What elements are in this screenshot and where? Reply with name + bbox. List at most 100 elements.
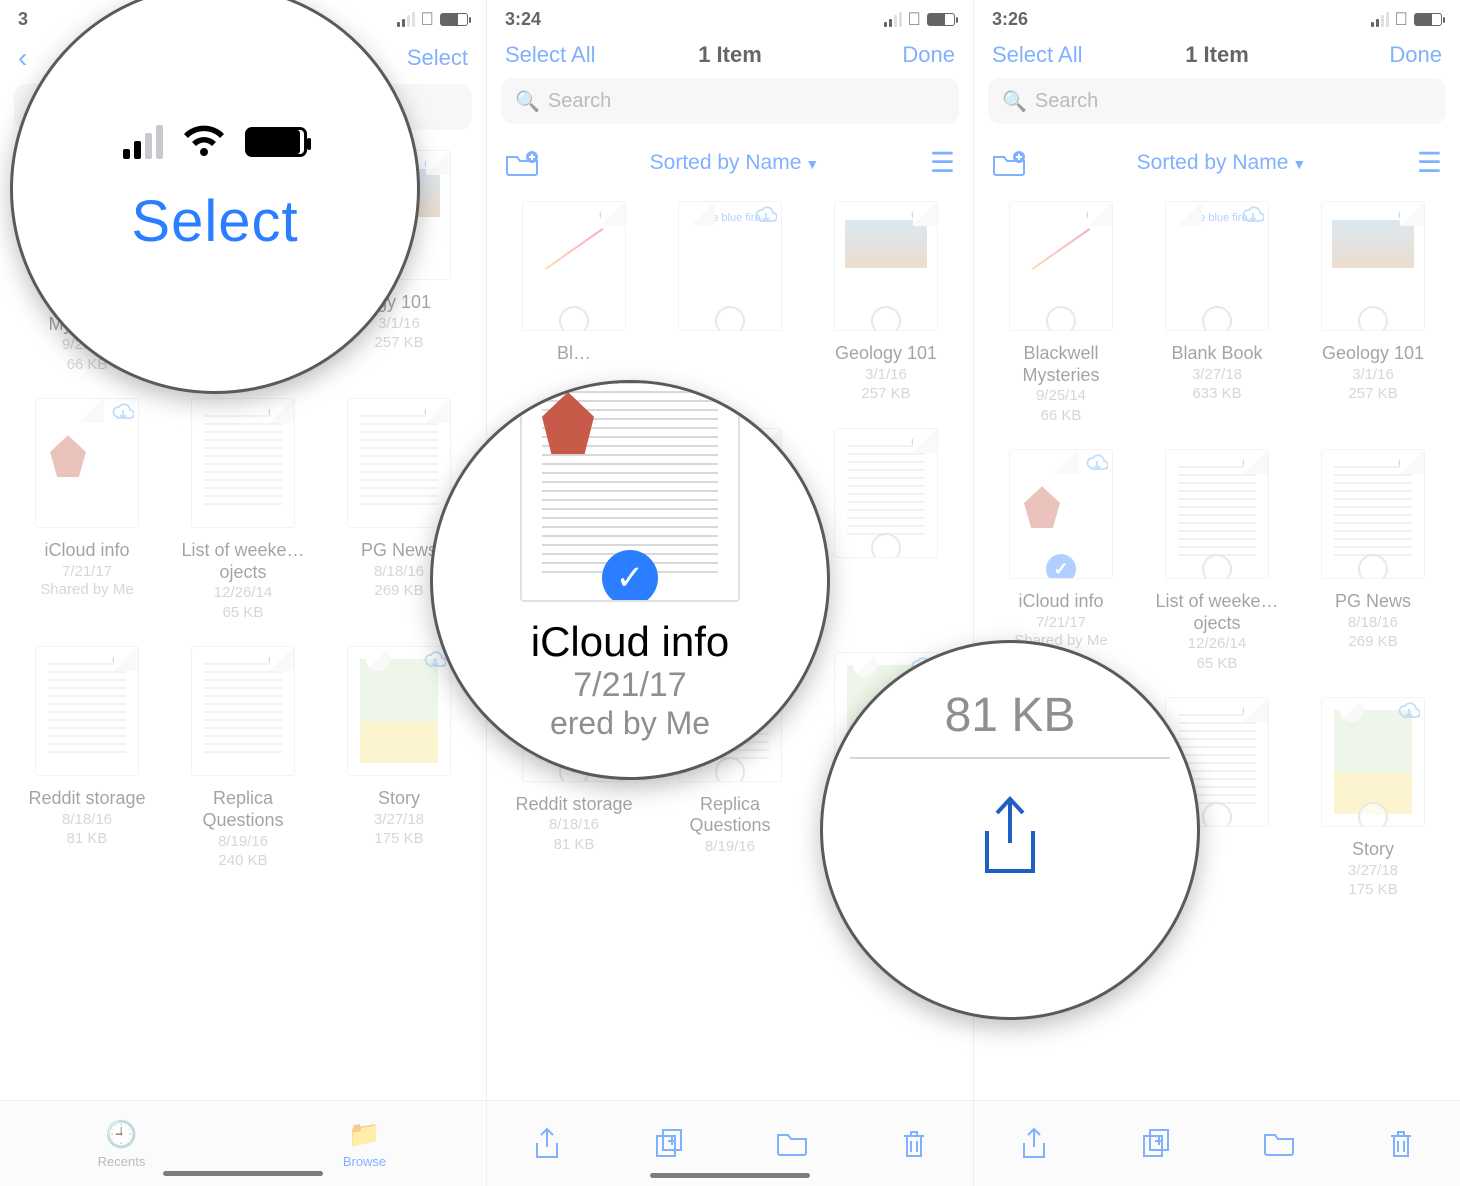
battery-icon xyxy=(927,13,955,26)
cloud-download-icon xyxy=(424,403,446,423)
file-name: PG News xyxy=(361,540,437,562)
list-view-icon[interactable]: ☰ xyxy=(930,146,955,179)
home-indicator[interactable] xyxy=(163,1171,323,1176)
sort-button[interactable]: Sorted by Name▼ xyxy=(1137,151,1307,175)
file-item[interactable] xyxy=(811,428,961,628)
file-thumbnail xyxy=(1009,201,1113,331)
file-date: 3/1/16 xyxy=(865,365,907,385)
status-time: 3 xyxy=(18,9,28,30)
file-name: List of weeke…ojects xyxy=(1147,591,1287,634)
file-name-zoom: iCloud info xyxy=(531,618,729,666)
status-bar: 3:24 􀙇 xyxy=(487,0,973,38)
done-button[interactable]: Done xyxy=(805,42,955,68)
selection-count: 1 Item xyxy=(1142,42,1292,68)
file-thumbnail-zoom: ✓ xyxy=(520,380,740,602)
signal-icon xyxy=(884,11,902,27)
file-item[interactable]: Replica Questions8/19/16240 KB xyxy=(168,646,318,870)
duplicate-icon[interactable] xyxy=(654,1129,684,1159)
file-name: Bl… xyxy=(557,343,591,365)
signal-icon xyxy=(123,125,163,159)
file-item[interactable]: PG News8/18/16269 KB xyxy=(1298,449,1448,673)
move-icon[interactable] xyxy=(1263,1131,1295,1157)
share-icon[interactable] xyxy=(1020,1127,1048,1161)
selection-circle[interactable] xyxy=(871,306,901,331)
file-item[interactable]: Geology 1013/1/16257 KB xyxy=(1298,201,1448,425)
file-thumbnail xyxy=(347,646,451,776)
file-date: 8/18/16 xyxy=(374,562,424,582)
file-size: 257 KB xyxy=(374,333,423,353)
selection-circle[interactable] xyxy=(1358,306,1388,331)
new-folder-icon[interactable] xyxy=(992,149,1026,177)
cloud-download-icon xyxy=(1398,206,1420,226)
selection-circle[interactable] xyxy=(1046,554,1076,579)
cloud-download-icon xyxy=(1242,206,1264,226)
file-date: 8/19/16 xyxy=(705,837,755,857)
file-item[interactable]: List of weeke…ojects12/26/1465 KB xyxy=(1142,449,1292,673)
selection-circle[interactable] xyxy=(1358,802,1388,827)
home-indicator[interactable] xyxy=(650,1173,810,1178)
file-item[interactable]: Bl… xyxy=(499,201,649,404)
selection-circle[interactable] xyxy=(1046,306,1076,331)
file-thumbnail xyxy=(1009,449,1113,579)
select-all-button[interactable]: Select All xyxy=(505,42,655,68)
signal-icon xyxy=(1371,11,1389,27)
share-icon[interactable] xyxy=(533,1127,561,1161)
file-item[interactable] xyxy=(655,201,805,404)
file-item[interactable]: iCloud info7/21/17Shared by Me xyxy=(12,398,162,622)
file-name: Story xyxy=(378,788,420,810)
file-item[interactable]: Geology 1013/1/16257 KB xyxy=(811,201,961,404)
status-bar: 3:26 􀙇 xyxy=(974,0,1460,38)
duplicate-icon[interactable] xyxy=(1141,1129,1171,1159)
file-size: 81 KB xyxy=(554,835,595,855)
share-icon-zoom xyxy=(975,793,1045,883)
file-thumbnail xyxy=(347,398,451,528)
file-date-zoom: 7/21/17 xyxy=(531,666,729,705)
sort-button[interactable]: Sorted by Name▼ xyxy=(650,151,820,175)
file-item[interactable]: Blank Book3/27/18633 KB xyxy=(1142,201,1292,425)
file-item[interactable]: Story3/27/18175 KB xyxy=(324,646,474,870)
selection-circle[interactable] xyxy=(715,757,745,782)
cloud-download-icon xyxy=(268,403,290,423)
selection-circle[interactable] xyxy=(1358,554,1388,579)
list-view-icon[interactable]: ☰ xyxy=(1417,146,1442,179)
search-input[interactable]: 🔍 Search xyxy=(988,78,1446,124)
cloud-download-icon xyxy=(268,651,290,671)
file-thumbnail xyxy=(834,428,938,558)
file-name: Blank Book xyxy=(1171,343,1262,365)
selection-circle[interactable] xyxy=(715,306,745,331)
file-thumbnail xyxy=(35,398,139,528)
file-name: iCloud info xyxy=(1018,591,1103,613)
file-thumbnail xyxy=(834,201,938,331)
file-thumbnail xyxy=(1321,449,1425,579)
selection-circle[interactable] xyxy=(1202,802,1232,827)
done-button[interactable]: Done xyxy=(1292,42,1442,68)
cloud-download-icon xyxy=(599,206,621,226)
file-size: 66 KB xyxy=(1041,406,1082,426)
selection-circle[interactable] xyxy=(559,306,589,331)
search-placeholder: Search xyxy=(1035,90,1098,113)
file-date: 3/27/18 xyxy=(374,810,424,830)
selection-circle[interactable] xyxy=(871,533,901,558)
select-all-button[interactable]: Select All xyxy=(992,42,1142,68)
cloud-download-icon xyxy=(755,206,777,226)
selection-circle[interactable] xyxy=(1202,554,1232,579)
new-folder-icon[interactable] xyxy=(505,149,539,177)
file-date: 7/21/17 xyxy=(62,562,112,582)
file-item[interactable]: Blackwell Mysteries9/25/1466 KB xyxy=(986,201,1136,425)
file-item[interactable]: List of weeke…ojects12/26/1465 KB xyxy=(168,398,318,622)
checkmark-icon: ✓ xyxy=(602,550,658,602)
selection-circle[interactable] xyxy=(1202,306,1232,331)
trash-icon[interactable] xyxy=(901,1128,927,1160)
search-input[interactable]: 🔍 Search xyxy=(501,78,959,124)
magnifier-file: ✓ iCloud info 7/21/17 ered by Me xyxy=(430,380,830,780)
search-icon: 🔍 xyxy=(515,89,540,114)
move-icon[interactable] xyxy=(776,1131,808,1157)
file-size-zoom: 81 KB xyxy=(945,688,1076,743)
trash-icon[interactable] xyxy=(1388,1128,1414,1160)
file-item[interactable]: Story3/27/18175 KB xyxy=(1298,697,1448,900)
file-item[interactable]: Reddit storage8/18/1681 KB xyxy=(12,646,162,870)
file-thumbnail xyxy=(1165,201,1269,331)
cloud-download-icon xyxy=(1242,702,1264,722)
file-name: Reddit storage xyxy=(515,794,632,816)
file-name: Replica Questions xyxy=(660,794,800,837)
